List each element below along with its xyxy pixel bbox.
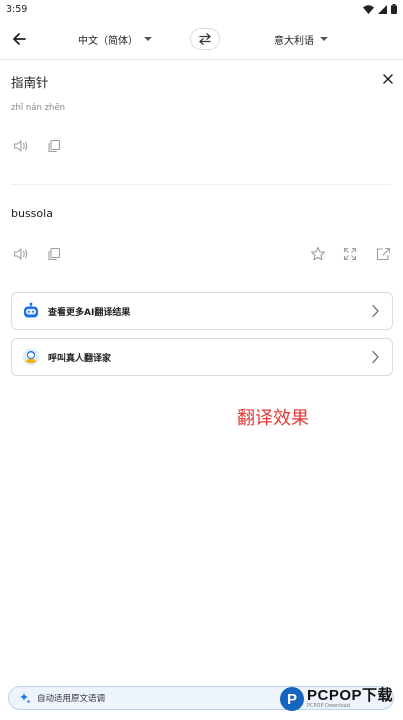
top-bar: 中文（简体） 意大利语 [0,20,403,58]
annotation-text: 翻译效果 [237,408,309,429]
sparkle-icon [20,693,31,704]
chevron-right-icon [372,304,379,318]
chevron-down-icon [144,37,152,41]
watermark-sub: PCPOP Download [307,703,350,709]
source-text[interactable]: 指南针 [11,72,49,91]
copy-icon [48,247,61,261]
source-speak-button[interactable] [12,137,30,155]
battery-icon [391,4,397,14]
auto-tone-label: 自动适用原文语调 [37,694,106,704]
speaker-icon [13,140,28,152]
share-button[interactable] [374,245,392,263]
wifi-icon [363,4,374,14]
watermark-badge: P [280,687,304,711]
header-divider [0,59,403,60]
swap-icon [199,33,211,45]
target-copy-button[interactable] [45,245,63,263]
more-ai-results-card[interactable]: 查看更多AI翻译结果 [11,292,393,330]
fullscreen-button[interactable] [341,245,359,263]
watermark-text: PCPOP下载 PCPOP Download [307,688,393,710]
status-time: 3:59 [6,3,28,15]
translation-text: bussola [11,207,53,220]
chevron-down-icon [320,37,328,41]
signal-icon [378,4,387,14]
status-bar: 3:59 [0,0,403,18]
back-button[interactable] [8,28,30,50]
more-ai-results-label: 查看更多AI翻译结果 [48,307,131,318]
swap-languages-button[interactable] [190,28,220,50]
close-icon [383,74,393,84]
arrow-left-icon [13,33,26,45]
target-speak-button[interactable] [12,245,30,263]
copy-icon [48,139,61,153]
speaker-icon [13,248,28,260]
source-language-label: 中文（简体） [78,35,138,47]
target-language-selector[interactable]: 意大利语 [274,30,328,48]
robot-icon [24,302,38,318]
clear-button[interactable] [380,71,396,87]
human-translator-card[interactable]: 呼叫真人翻译家 [11,338,393,376]
watermark-main: PCPOP下载 [307,687,394,704]
fullscreen-icon [343,247,357,261]
source-language-selector[interactable]: 中文（简体） [78,30,152,48]
share-icon [376,247,390,261]
section-divider [11,184,391,185]
status-icons [363,4,397,14]
translator-avatar-icon [22,348,40,366]
pinyin-text: zhǐ nán zhēn [11,103,66,113]
watermark-logo: P PCPOP下载 PCPOP Download [280,684,393,714]
human-translator-label: 呼叫真人翻译家 [48,353,112,364]
target-language-label: 意大利语 [274,35,314,47]
star-icon [310,246,326,261]
chevron-right-icon [372,350,379,364]
source-copy-button[interactable] [45,137,63,155]
favorite-button[interactable] [309,245,327,263]
